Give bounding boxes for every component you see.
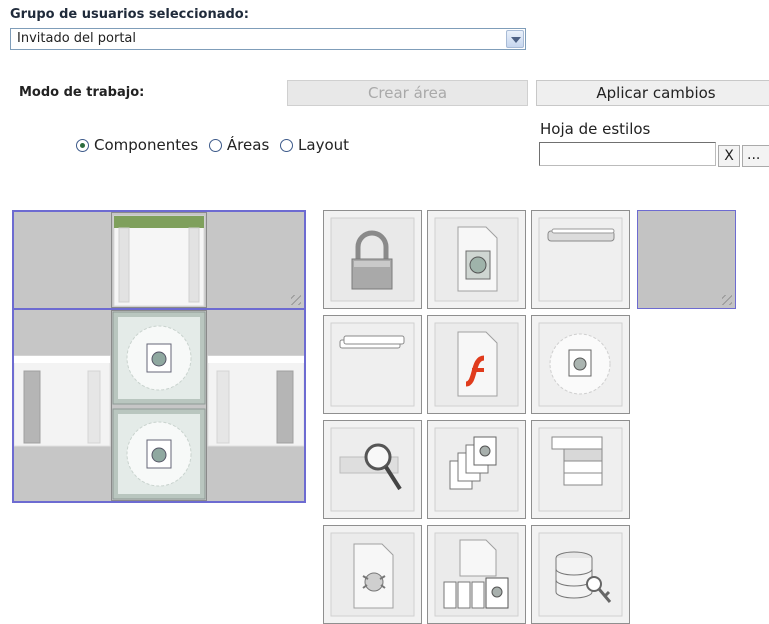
component-lock[interactable] (323, 210, 422, 309)
layout-cell[interactable] (207, 212, 304, 308)
layout-grid[interactable] (12, 210, 306, 503)
user-group-select[interactable]: Invitado del portal (10, 28, 526, 50)
document-bug-icon (330, 532, 415, 617)
component-stacked-list[interactable] (531, 420, 630, 519)
component-menu-bar[interactable] (531, 210, 630, 309)
browse-stylesheet-button[interactable]: ... (742, 145, 769, 167)
stacked-list-icon (538, 427, 623, 512)
layout-cell-right[interactable] (207, 310, 305, 501)
work-mode-radios: Componentes Áreas Layout (76, 136, 355, 156)
layout-cell[interactable] (14, 212, 111, 308)
component-image-stack[interactable] (427, 420, 526, 519)
left-region-icon (13, 355, 111, 447)
component-database-key[interactable] (531, 525, 630, 624)
radio-components[interactable]: Componentes (76, 136, 198, 154)
component-stacked-bars[interactable] (323, 315, 422, 414)
search-box-icon (330, 427, 415, 512)
right-region-icon (207, 355, 305, 447)
chevron-down-icon[interactable] (506, 30, 524, 48)
apply-changes-button[interactable]: Aplicar cambios (536, 80, 769, 106)
image-frame-icon (538, 322, 623, 407)
lock-icon (330, 217, 415, 302)
component-empty-selected[interactable] (637, 210, 736, 309)
menu-bar-icon (538, 217, 623, 302)
flash-document-icon (434, 322, 519, 407)
create-area-button[interactable]: Crear área (287, 80, 528, 106)
stylesheet-label: Hoja de estilos (540, 120, 651, 138)
layout-cell-left[interactable] (13, 310, 111, 501)
image-stack-icon (434, 427, 519, 512)
radio-layout[interactable]: Layout (280, 136, 349, 154)
component-image-frame[interactable] (531, 315, 630, 414)
radio-empty-icon[interactable] (208, 138, 222, 152)
radio-empty-icon[interactable] (280, 138, 294, 152)
component-image-document[interactable] (427, 210, 526, 309)
component-flash[interactable] (427, 315, 526, 414)
document-image-icon (434, 217, 519, 302)
component-image-gallery[interactable] (427, 525, 526, 624)
database-key-icon (538, 532, 623, 617)
work-mode-label: Modo de trabajo: (19, 85, 145, 100)
stylesheet-input[interactable] (539, 142, 716, 166)
stacked-bars-icon (330, 322, 415, 407)
user-group-value: Invitado del portal (17, 31, 136, 46)
group-label: Grupo de usuarios seleccionado: (10, 7, 249, 22)
image-gallery-icon (434, 532, 519, 617)
clear-stylesheet-button[interactable]: X (718, 145, 740, 167)
radio-selected-icon[interactable] (76, 138, 89, 152)
radio-areas[interactable]: Áreas (208, 136, 269, 154)
component-search[interactable] (323, 420, 422, 519)
component-document-bug[interactable] (323, 525, 422, 624)
resize-grip-icon (638, 211, 735, 308)
